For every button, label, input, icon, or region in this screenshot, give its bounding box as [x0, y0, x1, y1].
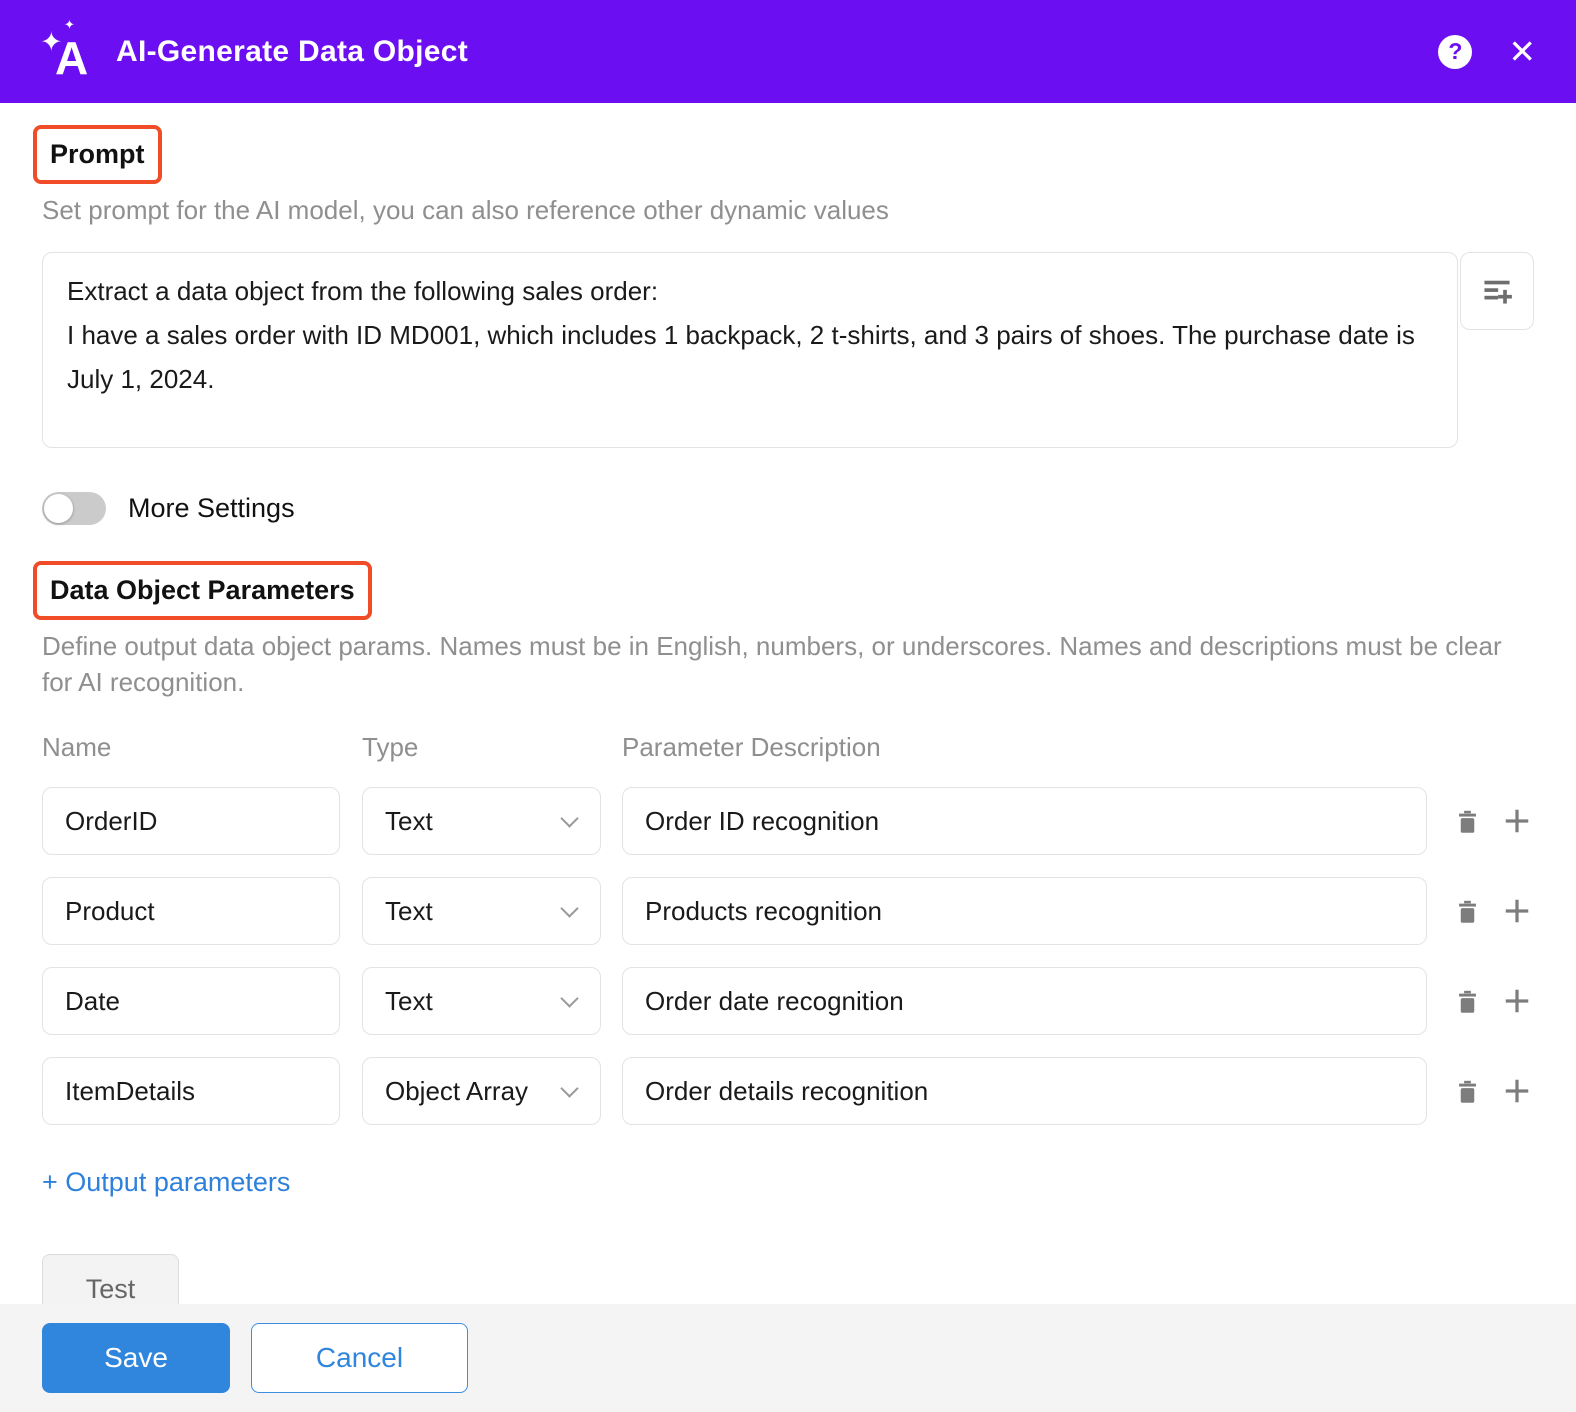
parameters-column-headers: Name Type Parameter Description: [42, 732, 1534, 763]
data-object-parameters-label: Data Object Parameters: [50, 575, 355, 605]
column-header-type: Type: [362, 732, 601, 763]
parameter-row: Object Array: [42, 1057, 1534, 1125]
param-name-input[interactable]: [42, 1057, 340, 1125]
trash-icon: [1454, 1078, 1481, 1105]
param-type-value: Text: [385, 806, 433, 837]
cancel-button[interactable]: Cancel: [251, 1323, 468, 1393]
toggle-knob: [44, 494, 73, 523]
chevron-down-icon: [560, 989, 578, 1007]
plus-icon: [1502, 986, 1532, 1016]
more-settings-label: More Settings: [128, 493, 295, 524]
more-settings-row: More Settings: [42, 492, 1534, 525]
delete-parameter-button[interactable]: [1450, 894, 1484, 928]
chevron-down-icon: [560, 1079, 578, 1097]
data-object-parameters-label-annotation: Data Object Parameters: [33, 561, 372, 620]
parameters-hint: Define output data object params. Names …: [42, 628, 1534, 700]
logo-letter: A: [55, 35, 88, 81]
dialog-footer: Save Cancel: [0, 1304, 1576, 1412]
add-parameter-button[interactable]: [1500, 804, 1534, 838]
param-description-input[interactable]: [622, 1057, 1427, 1125]
help-icon[interactable]: ?: [1438, 35, 1472, 69]
more-settings-toggle[interactable]: [42, 492, 106, 525]
chevron-down-icon: [560, 899, 578, 917]
save-button[interactable]: Save: [42, 1323, 230, 1393]
sparkle-icon: ✦: [64, 18, 75, 31]
param-type-select[interactable]: Text: [362, 787, 601, 855]
trash-icon: [1454, 898, 1481, 925]
param-description-input[interactable]: [622, 877, 1427, 945]
add-parameter-button[interactable]: [1500, 894, 1534, 928]
param-type-value: Text: [385, 986, 433, 1017]
column-header-name: Name: [42, 732, 340, 763]
param-description-input[interactable]: [622, 967, 1427, 1035]
trash-icon: [1454, 808, 1481, 835]
param-type-select[interactable]: Object Array: [362, 1057, 601, 1125]
chevron-down-icon: [560, 809, 578, 827]
delete-parameter-button[interactable]: [1450, 984, 1484, 1018]
param-type-value: Text: [385, 896, 433, 927]
ai-sparkle-logo-icon: ✦ ✦ A: [40, 21, 98, 83]
plus-icon: [1502, 1076, 1532, 1106]
parameter-row: Text: [42, 877, 1534, 945]
param-type-value: Object Array: [385, 1076, 528, 1107]
add-parameter-button[interactable]: [1500, 984, 1534, 1018]
playlist-add-icon: [1481, 275, 1513, 307]
dialog-header: ✦ ✦ A AI-Generate Data Object ? ✕: [0, 0, 1576, 103]
prompt-label: Prompt: [50, 139, 145, 169]
plus-icon: [1502, 806, 1532, 836]
param-type-select[interactable]: Text: [362, 967, 601, 1035]
output-parameters-link[interactable]: + Output parameters: [42, 1167, 290, 1198]
close-icon[interactable]: ✕: [1508, 35, 1536, 68]
dialog-title: AI-Generate Data Object: [116, 35, 468, 69]
parameter-row: Text: [42, 787, 1534, 855]
column-header-description: Parameter Description: [622, 732, 1534, 763]
add-parameter-button[interactable]: [1500, 1074, 1534, 1108]
trash-icon: [1454, 988, 1481, 1015]
prompt-textarea[interactable]: Extract a data object from the following…: [42, 252, 1458, 448]
delete-parameter-button[interactable]: [1450, 1074, 1484, 1108]
param-type-select[interactable]: Text: [362, 877, 601, 945]
plus-icon: [1502, 896, 1532, 926]
param-name-input[interactable]: [42, 967, 340, 1035]
ai-generate-data-object-dialog: ✦ ✦ A AI-Generate Data Object ? ✕ Prompt…: [0, 0, 1576, 1412]
prompt-editor: Extract a data object from the following…: [42, 252, 1534, 448]
delete-parameter-button[interactable]: [1450, 804, 1484, 838]
dialog-body: Prompt Set prompt for the AI model, you …: [0, 103, 1576, 1324]
parameter-row: Text: [42, 967, 1534, 1035]
prompt-hint: Set prompt for the AI model, you can als…: [42, 192, 1534, 228]
prompt-label-annotation: Prompt: [33, 125, 162, 184]
param-description-input[interactable]: [622, 787, 1427, 855]
param-name-input[interactable]: [42, 877, 340, 945]
param-name-input[interactable]: [42, 787, 340, 855]
insert-dynamic-value-button[interactable]: [1460, 252, 1534, 330]
